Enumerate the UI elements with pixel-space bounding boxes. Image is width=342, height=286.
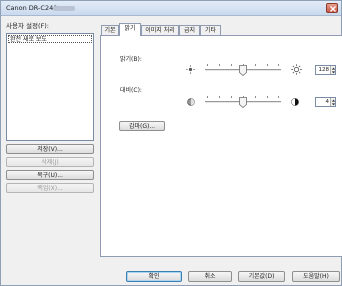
tick bbox=[231, 64, 232, 66]
contrast-low-icon bbox=[187, 98, 195, 106]
tick bbox=[231, 96, 232, 98]
close-icon bbox=[330, 6, 336, 12]
spin-up-icon[interactable] bbox=[331, 67, 336, 70]
delete-button[interactable]: 삭제(J) bbox=[6, 157, 94, 167]
tab-feeding[interactable]: 급지 bbox=[179, 25, 200, 35]
brightness-high-icon bbox=[291, 64, 302, 75]
list-item[interactable]: 완전 새로 보도 bbox=[8, 35, 92, 43]
close-button[interactable] bbox=[326, 3, 338, 13]
tick bbox=[278, 96, 279, 98]
tick bbox=[219, 64, 220, 66]
user-settings-label: 사용자 설정(F): bbox=[6, 22, 49, 30]
restore-button[interactable]: 복구(U)... bbox=[6, 170, 94, 180]
title-redacted bbox=[53, 6, 75, 11]
brightness-value: 128 bbox=[318, 67, 330, 73]
brightness-low-icon bbox=[186, 65, 195, 74]
tab-image-processing[interactable]: 이미지 처리 bbox=[141, 25, 179, 35]
user-settings-list[interactable]: 완전 새로 보도 bbox=[6, 33, 94, 141]
brightness-slider[interactable] bbox=[205, 63, 281, 77]
ok-button[interactable]: 확인 bbox=[126, 271, 182, 282]
tick bbox=[207, 64, 208, 66]
scanner-settings-window: Canon DR-C240 사용자 설정(F): 완전 새로 보도 저장(V).… bbox=[0, 0, 342, 286]
tick bbox=[255, 96, 256, 98]
contrast-spin-arrows[interactable] bbox=[330, 98, 336, 106]
spin-down-icon[interactable] bbox=[331, 103, 336, 106]
title-bar: Canon DR-C240 bbox=[1, 1, 341, 16]
tab-other[interactable]: 기타 bbox=[200, 25, 221, 35]
tick bbox=[267, 96, 268, 98]
tick bbox=[278, 64, 279, 66]
tick bbox=[219, 96, 220, 98]
brightness-slider-thumb[interactable] bbox=[239, 65, 247, 76]
brightness-label: 밝기(B): bbox=[120, 56, 142, 63]
contrast-value: 4 bbox=[325, 99, 330, 105]
spin-up-icon[interactable] bbox=[331, 99, 336, 102]
brightness-spin-arrows[interactable] bbox=[330, 66, 336, 74]
contrast-label: 대비(C): bbox=[120, 87, 142, 94]
window-title: Canon DR-C240 bbox=[6, 4, 58, 12]
cancel-button[interactable]: 취소 bbox=[188, 271, 232, 282]
contrast-slider-thumb[interactable] bbox=[239, 97, 247, 108]
tick bbox=[255, 64, 256, 66]
backup-button[interactable]: 백업(X)... bbox=[6, 183, 94, 193]
contrast-spinbox[interactable]: 4 bbox=[315, 97, 336, 107]
tab-brightness[interactable]: 밝기 bbox=[119, 23, 141, 36]
tick bbox=[207, 96, 208, 98]
help-button[interactable]: 도움말(H) bbox=[292, 271, 340, 282]
tick bbox=[267, 64, 268, 66]
save-button[interactable]: 저장(V)... bbox=[6, 144, 94, 154]
spin-down-icon[interactable] bbox=[331, 71, 336, 74]
gamma-button[interactable]: 감마(G)... bbox=[119, 121, 165, 131]
contrast-high-icon bbox=[291, 98, 299, 106]
contrast-slider[interactable] bbox=[205, 95, 281, 109]
defaults-button[interactable]: 기본값(D) bbox=[238, 271, 285, 282]
brightness-spinbox[interactable]: 128 bbox=[315, 65, 336, 75]
tab-basic[interactable]: 기본 bbox=[101, 25, 119, 35]
